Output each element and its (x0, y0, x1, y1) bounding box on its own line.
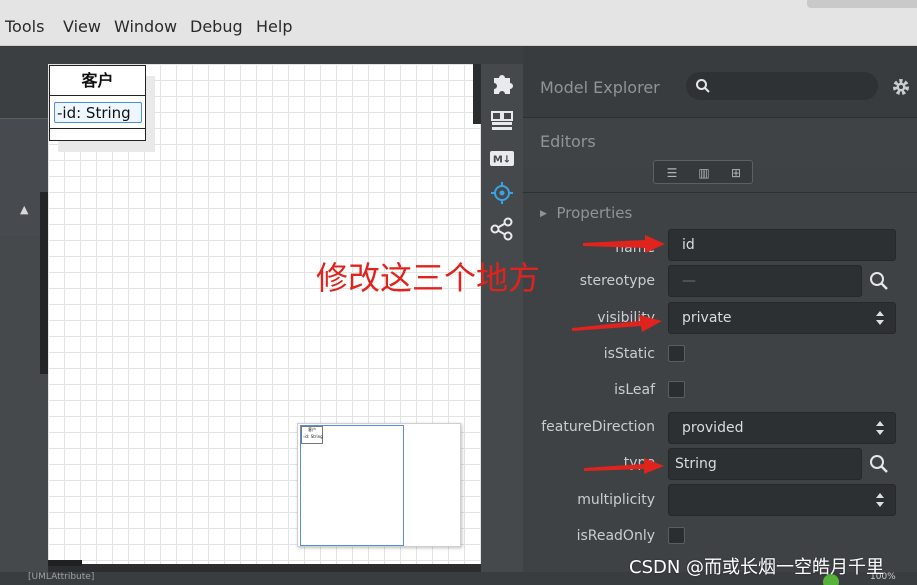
view-mode-buttons: ☰ ▥ ⊞ (653, 160, 753, 184)
select-arrows-icon (876, 493, 884, 507)
puzzle-icon[interactable] (489, 70, 515, 96)
visibility-select[interactable]: private (668, 302, 896, 334)
menu-tools[interactable]: Tools (5, 17, 44, 36)
uml-operations-divider (50, 128, 145, 129)
annotation-text: 修改这三个地方 (316, 259, 541, 297)
layout-icon[interactable] (489, 108, 515, 134)
red-arrow-icon (583, 235, 665, 253)
properties-divider (523, 192, 917, 193)
canvas-vertical-scrollbar[interactable] (473, 64, 481, 124)
uml-attribute-editor[interactable]: -id: String (54, 102, 142, 123)
search-icon (696, 79, 710, 93)
multiplicity-select[interactable] (668, 484, 896, 516)
name-value: id (682, 237, 695, 253)
type-field[interactable]: String (668, 448, 862, 480)
editors-title[interactable]: Editors (540, 132, 596, 151)
isstatic-label: isStatic (603, 346, 655, 362)
name-field[interactable]: id (668, 229, 896, 261)
side-toolbar: M↓ (481, 64, 523, 585)
minimap[interactable]: 客户 -id: String (297, 423, 461, 547)
minimap-class-attribute: -id: String (303, 434, 323, 439)
menu-bar: Tools View Window Debug Help (0, 0, 917, 46)
minimap-class: 客户 -id: String (301, 426, 323, 444)
stereotype-field[interactable]: — (668, 265, 862, 297)
menu-window[interactable]: Window (114, 17, 177, 36)
status-text: [UMLAttribute] (28, 572, 95, 582)
uml-attribute-text[interactable]: -id: String (57, 103, 131, 123)
uml-class-box[interactable]: 客户 -id: String (49, 65, 146, 141)
left-sidebar-header (0, 46, 48, 118)
menu-view[interactable]: View (63, 17, 101, 36)
canvas-scroll-thumb[interactable] (48, 560, 82, 566)
select-arrows-icon (876, 421, 884, 435)
isreadonly-label: isReadOnly (576, 528, 655, 544)
isreadonly-checkbox[interactable] (668, 527, 685, 544)
properties-header[interactable]: ▶ Properties (540, 204, 632, 222)
red-arrow-icon (584, 458, 664, 474)
left-sidebar-scrollbar[interactable] (40, 192, 48, 374)
collapse-arrow-icon[interactable]: ▲ (20, 203, 28, 216)
toolbar-header (481, 46, 523, 64)
select-arrows-icon (876, 311, 884, 325)
grid-view-icon[interactable]: ⊞ (722, 164, 750, 182)
stereotype-label: stereotype (579, 273, 655, 289)
svg-text:M↓: M↓ (493, 155, 511, 166)
multiplicity-label: multiplicity (577, 492, 655, 508)
model-explorer-search-input[interactable] (686, 72, 878, 100)
share-icon[interactable] (489, 216, 515, 242)
column-view-icon[interactable]: ▥ (690, 164, 718, 182)
isleaf-label: isLeaf (614, 382, 655, 398)
markdown-icon[interactable]: M↓ (489, 145, 515, 171)
model-explorer-title[interactable]: Model Explorer (540, 78, 660, 97)
model-explorer-bar: Model Explorer (523, 46, 917, 118)
canvas-horizontal-scrollbar[interactable] (48, 564, 481, 572)
red-arrow-icon (572, 315, 662, 332)
menu-debug[interactable]: Debug (190, 17, 243, 36)
isleaf-checkbox[interactable] (668, 381, 685, 398)
stereotype-value: — (682, 273, 696, 289)
list-view-icon[interactable]: ☰ (658, 164, 686, 182)
expand-triangle-icon: ▶ (540, 209, 547, 219)
type-search-icon[interactable] (868, 453, 890, 475)
canvas-header (48, 46, 481, 64)
isstatic-checkbox[interactable] (668, 345, 685, 362)
featuredirection-select[interactable]: provided (668, 412, 896, 444)
minimap-class-name: 客户 (308, 427, 316, 432)
window-controls[interactable] (807, 0, 917, 8)
stereotype-search-icon[interactable] (868, 270, 890, 292)
uml-class-name[interactable]: 客户 (50, 66, 145, 96)
featuredirection-label: featureDirection (541, 419, 655, 435)
menu-help[interactable]: Help (256, 17, 292, 36)
properties-header-label: Properties (556, 204, 633, 222)
gear-icon[interactable] (890, 76, 912, 98)
watermark: CSDN @而或长烟一空皓月千里 (629, 557, 885, 578)
visibility-value: private (682, 310, 732, 326)
type-value: String (675, 456, 717, 472)
crosshair-icon[interactable] (489, 180, 515, 206)
featuredirection-value: provided (682, 420, 744, 436)
